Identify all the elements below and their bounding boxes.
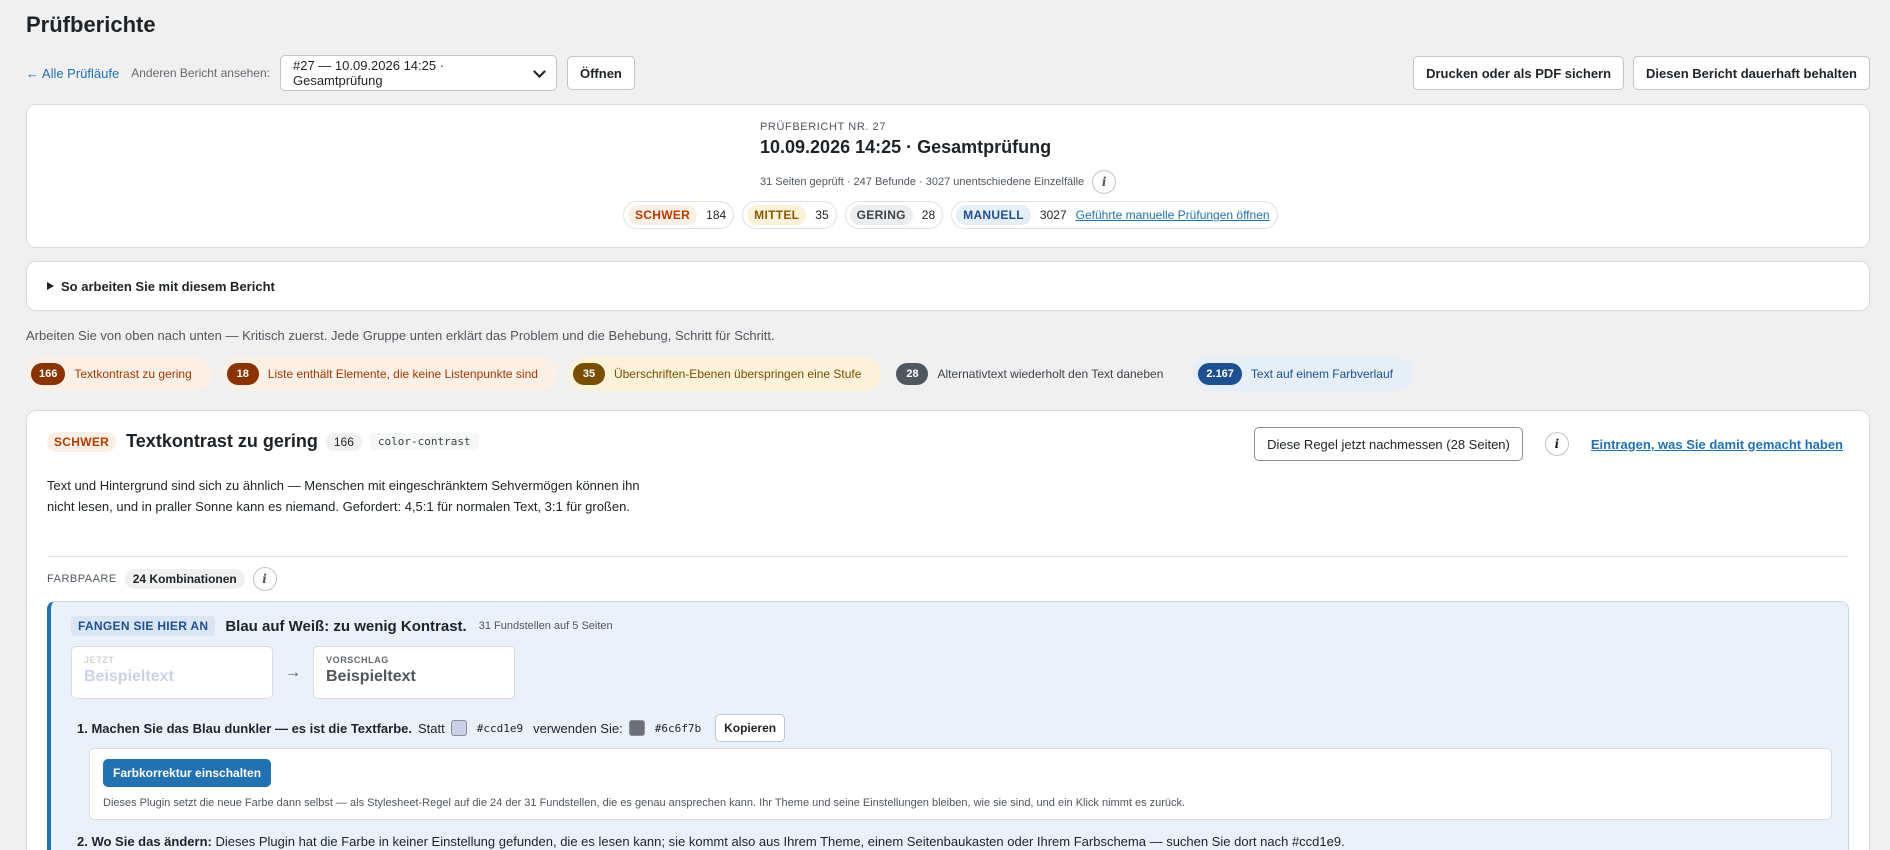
rule-group-nav: 166 Textkontrast zu gering 18 Liste enth… [26,357,1413,391]
keep-report-button[interactable]: Diesen Bericht dauerhaft behalten [1633,56,1870,90]
log-action-link[interactable]: Eintragen, was Sie damit gemacht haben [1591,437,1843,452]
severity-label: MITTEL [747,205,807,225]
intro-text: Arbeiten Sie von oben nach unten — Kriti… [26,328,775,343]
report-summary-card: PRÜFBERICHT NR. 27 10.09.2026 14:25 · Ge… [26,104,1870,248]
new-color-swatch [628,720,645,736]
start-here-meta: 31 Fundstellen auf 5 Seiten [478,620,613,632]
step-1-use: verwenden Sie: [533,720,623,736]
group-count: 28 [896,363,929,385]
group-count: 35 [572,363,605,385]
preview-current-text: Beispieltext [84,668,174,685]
preview-current: JETZT Beispieltext [71,646,273,699]
info-icon[interactable]: i [1092,170,1117,194]
color-pairs-count: 24 Kombinationen [124,569,245,589]
toolbar-actions: Drucken oder als PDF sichern Diesen Beri… [1413,56,1870,90]
open-report-button[interactable]: Öffnen [566,56,635,90]
print-pdf-button[interactable]: Drucken oder als PDF sichern [1413,56,1625,90]
rule-severity-badge: SCHWER [47,431,117,452]
preview-suggestion-text: Beispieltext [326,668,416,685]
howto-disclosure[interactable]: So arbeiten Sie mit diesem Bericht [26,261,1870,311]
severity-label: MANUELL [956,205,1031,225]
group-label: Text auf einem Farbverlauf [1250,367,1393,381]
step-2-text: Dieses Plugin hat die Farbe in keiner Ei… [215,834,1345,849]
severity-count: 35 [815,208,829,222]
severity-count: 3027 [1039,208,1067,222]
info-icon[interactable]: i [1544,432,1569,456]
group-label: Alternativtext wiederholt den Text daneb… [937,367,1164,381]
info-icon[interactable]: i [252,567,277,591]
group-chip-headings[interactable]: 35 Überschriften-Ebenen überspringen ein… [567,357,882,391]
start-here-tag: FANGEN SIE HIER AN [71,616,216,636]
preview-current-label: JETZT [84,655,115,665]
step-1-title: 1. Machen Sie das Blau dunkler — es ist … [77,720,412,736]
severity-count: 28 [921,208,936,222]
step-1-instead: Statt [417,720,445,736]
rule-title: Textkontrast zu gering [126,431,318,451]
old-color-swatch [450,720,467,736]
enable-color-fix-button[interactable]: Farbkorrektur einschalten [103,759,272,787]
severity-chip-schwer[interactable]: SCHWER 184 [623,201,735,229]
step-1: 1. Machen Sie das Blau dunkler — es ist … [77,714,786,742]
report-select[interactable]: #27 — 10.09.2026 14:25 · Gesamtprüfung [279,55,557,91]
start-here-header: FANGEN SIE HIER AN Blau auf Weiß: zu wen… [71,616,613,636]
report-toolbar: ← Alle Prüfläufe Anderen Bericht ansehen… [26,55,1870,91]
group-chip-gradient[interactable]: 2.167 Text auf einem Farbverlauf [1193,357,1413,391]
rule-header: SCHWER Textkontrast zu gering 166 color-… [47,431,479,452]
report-title: 10.09.2026 14:25 · Gesamtprüfung [760,137,1052,157]
group-chip-alttext[interactable]: 28 Alternativtext wiederholt den Text da… [891,357,1184,391]
group-count: 18 [226,363,259,385]
start-here-title: Blau auf Weiß: zu wenig Kontrast. [225,617,467,635]
new-color-code: #6c6f7b [654,721,702,735]
color-pairs-label: FARBPAARE [47,573,117,585]
preview-suggestion-label: VORSCHLAG [326,655,389,665]
start-here-panel: FANGEN SIE HIER AN Blau auf Weiß: zu wen… [47,601,1849,850]
rule-actions: Diese Regel jetzt nachmessen (28 Seiten)… [1254,427,1843,461]
severity-chip-gering[interactable]: GERING 28 [844,201,944,229]
severity-label: GERING [849,205,913,225]
rule-count-badge: 166 [325,432,362,451]
severity-chip-manuell: MANUELL 3027 Geführte manuelle Prüfungen… [951,201,1278,229]
arrow-right-icon: → [285,663,301,681]
group-label: Überschriften-Ebenen überspringen eine S… [613,367,862,381]
group-count: 2.167 [1198,363,1242,385]
preview-suggestion: VORSCHLAG Beispieltext [313,646,515,699]
divider [47,556,1849,557]
group-label: Textkontrast zu gering [74,367,192,381]
page-title: Prüfberichte [26,12,156,37]
group-count: 166 [31,363,66,385]
report-select-value: #27 — 10.09.2026 14:25 · Gesamtprüfung [292,58,445,88]
severity-summary: SCHWER 184 MITTEL 35 GERING 28 MANUELL 3… [623,201,1278,229]
rule-description: Text und Hintergrund sind sich zu ähnlic… [47,478,640,514]
auto-fix-box: Farbkorrektur einschalten Dieses Plugin … [89,748,1832,820]
page: Prüfberichte ← Alle Prüfläufe Anderen Be… [0,0,1890,850]
rule-card-contrast: SCHWER Textkontrast zu gering 166 color-… [26,410,1870,850]
remeasure-button[interactable]: Diese Regel jetzt nachmessen (28 Seiten) [1254,427,1523,461]
disclosure-triangle-icon [47,282,54,290]
group-label: Liste enthält Elemente, die keine Listen… [267,367,538,381]
rule-code: color-contrast [369,433,479,450]
report-stats: 31 Seiten geprüft · 247 Befunde · 3027 u… [760,176,1085,188]
severity-count: 184 [706,208,727,222]
old-color-code: #ccd1e9 [476,721,524,735]
report-number: PRÜFBERICHT NR. 27 [760,121,887,133]
color-pairs-header: FARBPAARE 24 Kombinationen i [47,567,277,591]
report-meta: 31 Seiten geprüft · 247 Befunde · 3027 u… [760,170,1117,194]
step-2: 2. Wo Sie das ändern: Dieses Plugin hat … [77,834,1345,849]
severity-chip-mittel[interactable]: MITTEL 35 [742,201,837,229]
step-2-title: 2. Wo Sie das ändern: [77,834,212,849]
color-preview-row: JETZT Beispieltext → VORSCHLAG Beispielt… [71,646,515,699]
manual-checks-link[interactable]: Geführte manuelle Prüfungen öffnen [1076,208,1270,222]
select-report-label: Anderen Bericht ansehen: [131,66,270,80]
auto-fix-note: Dieses Plugin setzt die neue Farbe dann … [103,797,1186,809]
group-chip-contrast[interactable]: 166 Textkontrast zu gering [26,357,212,391]
chevron-down-icon [533,64,546,78]
howto-label: So arbeiten Sie mit diesem Bericht [61,278,275,294]
group-chip-list[interactable]: 18 Liste enthält Elemente, die keine Lis… [221,357,558,391]
summary-header: PRÜFBERICHT NR. 27 10.09.2026 14:25 · Ge… [760,121,1117,194]
back-to-runs-link[interactable]: ← Alle Prüfläufe [26,66,119,81]
copy-color-button[interactable]: Kopieren [715,714,786,742]
severity-label: SCHWER [628,205,698,225]
